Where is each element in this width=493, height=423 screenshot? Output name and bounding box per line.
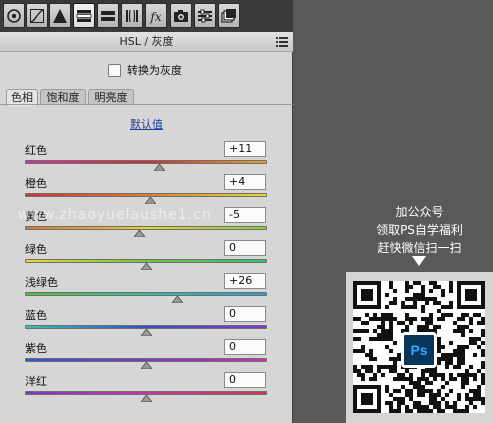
adjustment-toolbar: fx [0,0,293,32]
tone-curve-tool-button[interactable] [26,3,48,28]
tab-label: 色相 [11,91,33,104]
tab-label: 饱和度 [46,91,80,104]
slider-thumb[interactable] [145,197,157,204]
tone-curve-icon [30,8,44,23]
slider-value-field[interactable]: +11 [224,141,266,157]
slider-thumb[interactable] [153,164,165,171]
slider-value-field[interactable]: 0 [224,372,266,388]
hsl-tool-button[interactable] [73,3,95,28]
slider-thumb-icon [140,263,152,270]
lens-correction-tool-button[interactable] [121,3,143,28]
slider-label: 洋红 [25,375,47,388]
slider-thumb[interactable] [140,395,152,402]
slider-thumb-icon [145,197,157,204]
slider-thumb-icon [153,164,165,171]
slider-thumb[interactable] [140,362,152,369]
snapshots-tool-button[interactable] [218,3,240,28]
slider-thumb[interactable] [171,296,183,303]
slider-thumb-icon [140,329,152,336]
slider-label: 浅绿色 [25,276,58,289]
slider-track[interactable] [25,292,267,296]
presets-icon [198,9,212,22]
hsl-icon [76,9,92,22]
slider-thumb[interactable] [140,329,152,336]
slider-thumb[interactable] [140,263,152,270]
slider-label: 紫色 [25,342,47,355]
tab-luminance[interactable]: 明亮度 [88,89,134,105]
promo-text: 加公众号 领取PS自学福利 赶快微信扫一扫 [346,203,493,257]
photoshop-logo-icon: Ps [401,332,437,368]
slider-value-field[interactable]: +4 [224,174,266,190]
slider-value-field[interactable]: 0 [224,339,266,355]
convert-grayscale-label: 转换为灰度 [127,64,182,77]
slider-value-field[interactable]: 0 [224,240,266,256]
tab-divider [0,104,293,105]
slider-value-field[interactable]: -5 [224,207,266,223]
slider-thumb[interactable] [134,230,146,237]
detail-sharpen-tool-button[interactable] [49,3,71,28]
slider-label: 蓝色 [25,309,47,322]
slider-thumb-icon [134,230,146,237]
watermark-text: www.zhaoyuelaushe1.cn [18,207,212,223]
hsl-tabs: 色相 饱和度 明亮度 [0,89,293,106]
promo-line: 加公众号 [395,205,444,219]
camera-calibration-icon [174,9,188,22]
split-toning-tool-button[interactable] [97,3,119,28]
slider-label: 黄色 [25,210,47,223]
slider-track[interactable] [25,226,267,230]
snapshots-icon [221,8,236,23]
convert-grayscale-row[interactable]: 转换为灰度 [108,62,182,78]
promo-line: 赶快微信扫一扫 [377,241,462,255]
promo-line: 领取PS自学福利 [376,223,463,237]
tab-label: 明亮度 [94,91,128,104]
presets-tool-button[interactable] [194,3,216,28]
panel-title: HSL / 灰度 [119,35,174,48]
slider-thumb-icon [171,296,183,303]
hsl-panel: fx HSL / 灰度 转换为灰度 色相 饱和度 明亮度 默认值 红色 +11 橙色… [0,0,293,423]
effects-fx-icon: fx [149,10,161,24]
slider-value-field[interactable]: +26 [224,273,266,289]
default-link[interactable]: 默认值 [0,116,293,132]
basic-adjust-icon [7,8,21,23]
slider-value-field[interactable]: 0 [224,306,266,322]
camera-calibration-tool-button[interactable] [170,3,192,28]
slider-thumb-icon [140,395,152,402]
effects-fx-tool-button[interactable]: fx [145,3,167,28]
panel-menu-icon[interactable] [276,36,288,47]
svg-text:fx: fx [149,10,161,24]
slider-thumb-icon [140,362,152,369]
slider-label: 红色 [25,144,47,157]
slider-track[interactable] [25,160,267,164]
detail-sharpen-icon [53,8,67,23]
lens-correction-icon [126,9,138,22]
panel-title-bar: HSL / 灰度 [0,32,293,52]
slider-label: 橙色 [25,177,47,190]
tab-saturation[interactable]: 饱和度 [40,89,86,105]
convert-grayscale-checkbox[interactable] [108,63,121,77]
slider-label: 绿色 [25,243,47,256]
down-arrow-icon [412,256,426,266]
basic-adjust-tool-button[interactable] [3,3,25,28]
split-toning-icon [101,10,115,21]
